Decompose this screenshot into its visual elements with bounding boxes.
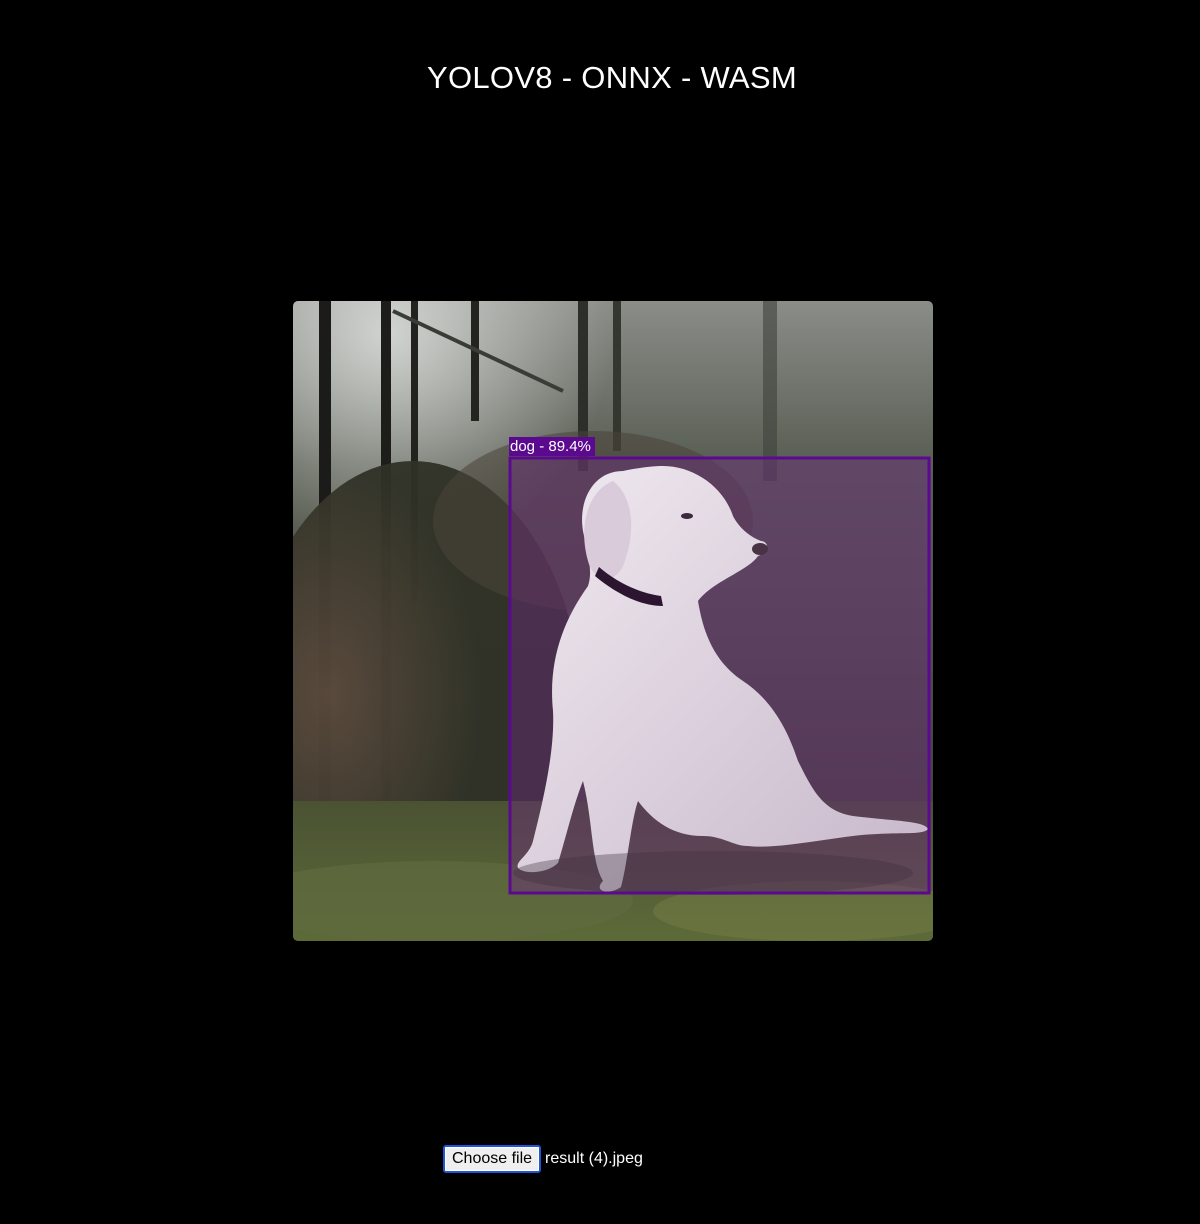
choose-file-button[interactable]: Choose file (443, 1145, 542, 1173)
page: YOLOV8 - ONNX - WASM dog - 89.4% Choose … (0, 0, 1200, 1224)
page-title: YOLOV8 - ONNX - WASM (426, 60, 797, 95)
file-input: Choose file result (4).jpeg (443, 1145, 643, 1173)
detection-overlay (508, 456, 931, 895)
selected-file-name: result (4).jpeg (545, 1150, 643, 1167)
detection-viewer: dog - 89.4% (293, 301, 933, 941)
detection-box (508, 456, 931, 895)
detection-label: dog - 89.4% (509, 437, 595, 456)
